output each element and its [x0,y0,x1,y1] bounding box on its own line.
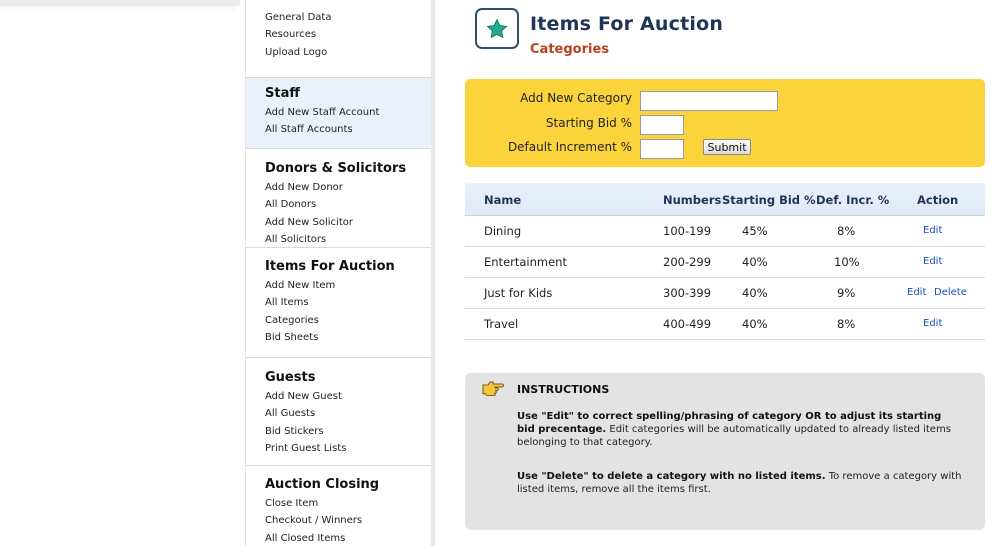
sidebar-link-add-staff[interactable]: Add New Staff Account [265,104,431,121]
sidebar-heading-items: Items For Auction [265,259,395,274]
cell-def-incr: 10% [834,255,860,269]
sidebar-link-all-closed-items[interactable]: All Closed Items [265,530,431,546]
category-name-input[interactable] [640,91,778,111]
instructions-edit-text: Use "Edit" to correct spelling/phrasing … [517,410,962,449]
sidebar-link-add-solicitor[interactable]: Add New Solicitor [265,214,431,231]
sidebar: General Data Resources Upload Logo Staff… [245,0,435,546]
cell-starting-bid: 45% [742,224,768,238]
sidebar-link-bid-sheets[interactable]: Bid Sheets [265,329,431,346]
cell-starting-bid: 40% [742,286,768,300]
sidebar-section-guests: Guests Add New Guest All Guests Bid Stic… [246,358,431,466]
starting-bid-label: Starting Bid % [545,116,632,130]
col-header-name: Name [484,193,522,207]
col-header-def-incr: Def. Incr. % [816,193,890,207]
sidebar-link-add-guest[interactable]: Add New Guest [265,388,431,405]
cell-starting-bid: 40% [742,255,768,269]
sidebar-heading-staff: Staff [265,86,300,101]
sidebar-section-donors: Donors & Solicitors Add New Donor All Do… [246,149,431,248]
cell-numbers: 100-199 [663,224,712,238]
cell-starting-bid: 40% [742,317,768,331]
sidebar-section-closing: Auction Closing Close Item Checkout / Wi… [246,466,431,546]
cell-name: Entertainment [484,255,567,269]
cell-def-incr: 9% [837,286,856,300]
cell-name: Dining [484,224,522,238]
table-row: Entertainment 200-299 40% 10% Edit [465,246,985,278]
star-icon [475,8,519,49]
cell-def-incr: 8% [837,224,856,238]
cell-numbers: 400-499 [663,317,712,331]
cell-numbers: 300-399 [663,286,712,300]
sidebar-link-general-data[interactable]: General Data [265,9,431,26]
table-row: Travel 400-499 40% 8% Edit [465,308,985,340]
increment-label: Default Increment % [507,140,632,154]
col-header-action: Action [917,193,959,207]
table-header: Name Numbers Starting Bid % Def. Incr. %… [465,183,985,216]
instructions-panel [465,373,985,530]
edit-link[interactable]: Edit [923,318,942,329]
sidebar-link-resources[interactable]: Resources [265,26,431,43]
sidebar-link-print-guest-lists[interactable]: Print Guest Lists [265,440,431,457]
sidebar-section-items: Items For Auction Add New Item All Items… [246,248,431,358]
cell-name: Just for Kids [484,286,553,300]
edit-link[interactable]: Edit [923,256,942,267]
cell-def-incr: 8% [837,317,856,331]
page-margin [0,0,236,546]
sidebar-link-all-donors[interactable]: All Donors [265,196,431,213]
sidebar-link-categories[interactable]: Categories [265,312,431,329]
starting-bid-input[interactable] [640,115,684,135]
starting-bid-label-wrap: Starting Bid % [465,116,632,132]
sidebar-link-add-item[interactable]: Add New Item [265,277,431,294]
category-label-wrap: Add New Category [465,91,632,107]
sidebar-link-all-staff[interactable]: All Staff Accounts [265,121,431,138]
sidebar-heading-closing: Auction Closing [265,477,380,492]
edit-link[interactable]: Edit [923,225,942,236]
delete-link[interactable]: Delete [934,287,967,298]
instructions-delete-text: Use "Delete" to delete a category with n… [517,470,962,496]
sidebar-link-bid-stickers[interactable]: Bid Stickers [265,423,431,440]
increment-label-wrap: Default Increment % [465,140,632,156]
sidebar-section-staff: Staff Add New Staff Account All Staff Ac… [246,78,431,149]
cell-numbers: 200-299 [663,255,712,269]
sidebar-section-general: General Data Resources Upload Logo [246,0,431,78]
top-divider [0,0,240,6]
instructions-title: INSTRUCTIONS [517,383,610,396]
table-row: Dining 100-199 45% 8% Edit [465,215,985,247]
cell-name: Travel [484,317,519,331]
sidebar-link-all-solicitors[interactable]: All Solicitors [265,231,431,248]
sidebar-link-upload-logo[interactable]: Upload Logo [265,44,431,61]
submit-button[interactable]: Submit [703,139,751,155]
pointing-hand-icon [482,380,504,400]
sidebar-heading-guests: Guests [265,370,316,385]
sidebar-link-all-items[interactable]: All Items [265,294,431,311]
edit-link[interactable]: Edit [907,287,926,298]
instructions-delete-bold: Use "Delete" to delete a category with n… [517,471,826,482]
sidebar-link-checkout-winners[interactable]: Checkout / Winners [265,512,431,529]
default-increment-input[interactable] [640,139,684,159]
sidebar-heading-donors: Donors & Solicitors [265,161,407,176]
col-header-numbers: Numbers [663,193,722,207]
sidebar-link-add-donor[interactable]: Add New Donor [265,179,431,196]
table-row: Just for Kids 300-399 40% 9% Edit Delete [465,277,985,309]
col-header-starting-bid: Starting Bid % [722,193,816,207]
page-title: Items For Auction [530,13,724,35]
page-subtitle: Categories [530,42,610,57]
sidebar-link-all-guests[interactable]: All Guests [265,405,431,422]
category-label: Add New Category [520,91,632,105]
sidebar-link-close-item[interactable]: Close Item [265,495,431,512]
